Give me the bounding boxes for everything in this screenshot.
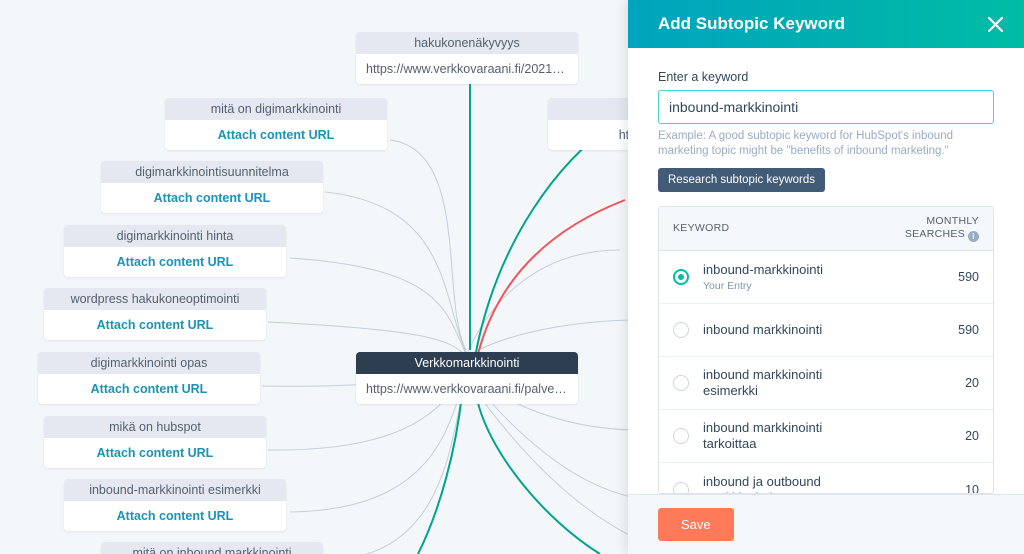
keyword-input[interactable] [658, 90, 994, 124]
keyword-row-volume: 20 [965, 376, 979, 390]
research-subtopic-keywords-button[interactable]: Research subtopic keywords [658, 168, 826, 192]
topic-node[interactable]: hakukonenäkyvyys https://www.verkkovaraa… [356, 32, 578, 84]
keyword-row-volume: 10 [965, 482, 979, 494]
add-subtopic-keyword-modal: Add Subtopic Keyword Enter a keyword Exa… [628, 0, 1024, 554]
app-root: hakukonenäkyvyys https://www.verkkovaraa… [0, 0, 1024, 554]
close-icon[interactable] [982, 11, 1008, 37]
keyword-row-name: inbound-markkinointi [703, 261, 823, 277]
keyword-row-text: inbound markkinointi esimerkki [703, 367, 919, 399]
keyword-row-name: inbound markkinointi [703, 322, 823, 337]
center-topic-url[interactable]: https://www.verkkovaraani.fi/palvelut/v.… [356, 374, 578, 404]
keyword-row-text: inbound markkinointi tarkoittaa [703, 420, 919, 452]
topic-node[interactable]: mikä on hubspot Attach content URL [44, 416, 266, 468]
keyword-radio[interactable] [673, 481, 689, 493]
modal-title: Add Subtopic Keyword [658, 14, 845, 33]
topic-node-title: digimarkkinointi hinta [64, 225, 286, 247]
keyword-row[interactable]: inbound ja outbound markkinointi 10 [659, 463, 993, 493]
center-topic-node[interactable]: Verkkomarkkinointi https://www.verkkovar… [356, 352, 578, 404]
topic-node-title: inbound-markkinointi esimerkki [64, 479, 286, 501]
modal-footer: Save [628, 494, 1024, 554]
keyword-radio[interactable] [673, 322, 689, 338]
attach-content-url-link[interactable]: Attach content URL [44, 438, 266, 468]
topic-node[interactable]: digimarkkinointi opas Attach content URL [38, 352, 260, 404]
topic-node[interactable]: inbound-markkinointi esimerkki Attach co… [64, 479, 286, 531]
keyword-row-volume: 590 [958, 323, 979, 337]
modal-body: Enter a keyword Example: A good subtopic… [628, 48, 1024, 494]
keyword-row[interactable]: inbound markkinointi esimerkki 20 [659, 357, 993, 410]
column-header-monthly: MONTHLY [926, 215, 979, 227]
attach-content-url-link[interactable]: Attach content URL [44, 310, 266, 340]
topic-node[interactable]: digimarkkinointi hinta Attach content UR… [64, 225, 286, 277]
topic-node-title: mitä on inbound markkinointi [101, 542, 323, 554]
topic-node[interactable]: digimarkkinointisuunnitelma Attach conte… [101, 161, 323, 213]
keyword-row-text: inbound-markkinointi Your Entry [703, 262, 919, 293]
topic-node[interactable]: mitä on digimarkkinointi Attach content … [165, 98, 387, 150]
keyword-radio[interactable] [673, 428, 689, 444]
keyword-row-text: inbound ja outbound markkinointi [703, 474, 919, 494]
keyword-row-volume: 590 [958, 270, 979, 284]
keyword-field-label: Enter a keyword [658, 70, 749, 84]
keyword-results-table: KEYWORD MONTHLY SEARCHES i inbound-markki… [658, 206, 994, 494]
keyword-row-volume: 20 [965, 429, 979, 443]
attach-content-url-link[interactable]: Attach content URL [64, 501, 286, 531]
column-header-searches: SEARCHES [904, 228, 965, 240]
center-topic-title: Verkkomarkkinointi [356, 352, 578, 374]
attach-content-url-link[interactable]: Attach content URL [38, 374, 260, 404]
column-header-monthly-searches: MONTHLY SEARCHES i [887, 215, 979, 242]
keyword-row[interactable]: inbound-markkinointi Your Entry 590 [659, 251, 993, 304]
keyword-results-header: KEYWORD MONTHLY SEARCHES i [659, 207, 993, 251]
keyword-row[interactable]: inbound markkinointi tarkoittaa 20 [659, 410, 993, 463]
keyword-row[interactable]: inbound markkinointi 590 [659, 304, 993, 357]
topic-node-title: digimarkkinointi opas [38, 352, 260, 374]
save-button[interactable]: Save [658, 508, 734, 541]
topic-node-title: mitä on digimarkkinointi [165, 98, 387, 120]
keyword-row-name: inbound markkinointi tarkoittaa [703, 420, 823, 451]
keyword-help-text: Example: A good subtopic keyword for Hub… [658, 130, 953, 157]
keyword-radio[interactable] [673, 269, 689, 285]
keyword-row-name: inbound ja outbound markkinointi [703, 473, 821, 494]
keyword-row-name: inbound markkinointi esimerkki [703, 367, 823, 398]
attach-content-url-link[interactable]: Attach content URL [101, 183, 323, 213]
topic-node-title: hakukonenäkyvyys [356, 32, 578, 54]
topic-node-title: mikä on hubspot [44, 416, 266, 438]
topic-node-title: digimarkkinointisuunnitelma [101, 161, 323, 183]
attach-content-url-link[interactable]: Attach content URL [64, 247, 286, 277]
column-header-keyword: KEYWORD [673, 222, 730, 234]
modal-header: Add Subtopic Keyword [628, 0, 1024, 48]
attach-content-url-link[interactable]: Attach content URL [165, 120, 387, 150]
info-icon[interactable]: i [968, 231, 979, 242]
keyword-radio[interactable] [673, 375, 689, 391]
keyword-results-list[interactable]: inbound-markkinointi Your Entry 590 inbo… [659, 251, 993, 493]
keyword-row-subtext: Your Entry [703, 279, 752, 292]
topic-node-url[interactable]: https://www.verkkovaraani.fi/2021/01/1..… [356, 54, 578, 84]
keyword-row-text: inbound markkinointi [703, 322, 919, 338]
topic-node-title: wordpress hakukoneoptimointi [44, 288, 266, 310]
topic-node[interactable]: mitä on inbound markkinointi Attach cont… [101, 542, 323, 554]
topic-node[interactable]: wordpress hakukoneoptimointi Attach cont… [44, 288, 266, 340]
